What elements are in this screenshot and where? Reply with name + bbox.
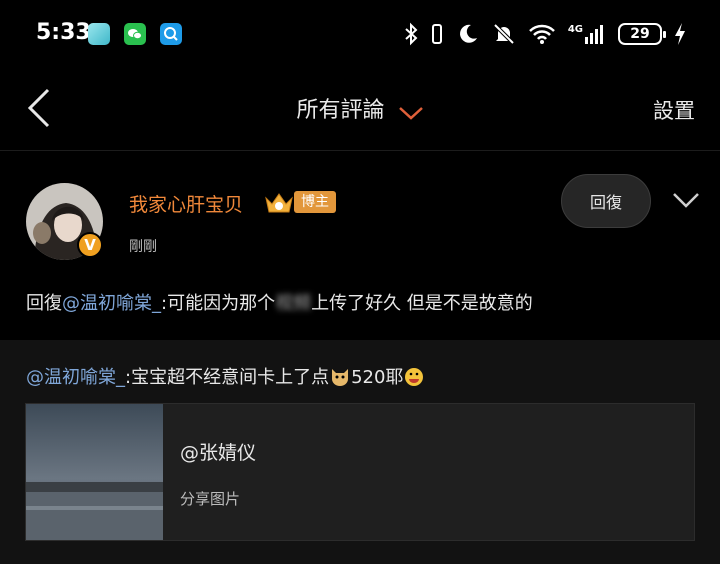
comment-text-a: :可能因为那个 bbox=[161, 293, 276, 314]
chevron-down-icon bbox=[398, 106, 423, 120]
notification-app-icon bbox=[88, 23, 110, 45]
shared-image-thumbnail bbox=[26, 404, 163, 540]
quoted-post-text: @温初喻棠_:宝宝超不经意间卡上了点 520耶 bbox=[26, 363, 425, 389]
chevron-down-icon[interactable] bbox=[670, 187, 702, 213]
mute-icon bbox=[493, 23, 515, 45]
wechat-icon bbox=[124, 23, 146, 45]
top-header: 所有評論 設置 bbox=[0, 70, 720, 151]
comment-blurred-text: 视频 bbox=[275, 293, 312, 314]
battery-indicator: 29 bbox=[618, 23, 666, 45]
comment-prefix: 回復 bbox=[26, 293, 62, 314]
crown-level-icon bbox=[265, 193, 293, 213]
search-app-icon bbox=[160, 23, 182, 45]
reply-button-label: 回復 bbox=[589, 193, 622, 212]
comment-text-b: 上传了好久 但是不是故意的 bbox=[311, 293, 533, 314]
comment-text: 回復@温初喻棠_:可能因为那个视频上传了好久 但是不是故意的 bbox=[26, 289, 533, 315]
page-title: 所有評論 bbox=[296, 98, 385, 123]
status-icons: 4G 29 bbox=[404, 16, 686, 52]
cat-emoji-icon bbox=[332, 369, 349, 386]
blogger-badge: 博主 bbox=[294, 191, 336, 213]
network-type: 4G bbox=[567, 24, 583, 35]
signal-icon: 4G bbox=[568, 23, 606, 45]
shared-image-card[interactable]: @张婧仪 分享图片 bbox=[25, 403, 695, 541]
vibrate-icon bbox=[431, 24, 442, 44]
verified-badge-icon: V bbox=[77, 232, 103, 258]
card-title: @张婧仪 bbox=[180, 442, 257, 464]
post-timestamp: 剛剛 bbox=[129, 239, 157, 255]
quote-text-a: :宝宝超不经意间卡上了点 bbox=[125, 367, 330, 388]
quote-text-b: 520耶 bbox=[351, 367, 404, 388]
card-subtitle: 分享图片 bbox=[180, 490, 241, 508]
charging-icon bbox=[675, 23, 685, 45]
status-time: 5:33 bbox=[36, 20, 91, 45]
status-bar: 5:33 4G 29 bbox=[0, 0, 720, 70]
post-username[interactable]: 我家心肝宝贝 bbox=[129, 190, 243, 217]
wifi-icon bbox=[528, 24, 555, 44]
comment-filter-dropdown[interactable]: 所有評論 bbox=[0, 92, 720, 124]
quote-mention[interactable]: @温初喻棠_ bbox=[26, 367, 125, 388]
comment-mention[interactable]: @温初喻棠_ bbox=[62, 293, 161, 314]
battery-level: 29 bbox=[630, 26, 650, 42]
bluetooth-icon bbox=[405, 22, 418, 46]
settings-button[interactable]: 設置 bbox=[653, 95, 695, 125]
cheer-emoji-icon bbox=[405, 368, 424, 386]
moon-icon bbox=[459, 24, 477, 43]
reply-button[interactable]: 回復 bbox=[561, 174, 651, 228]
